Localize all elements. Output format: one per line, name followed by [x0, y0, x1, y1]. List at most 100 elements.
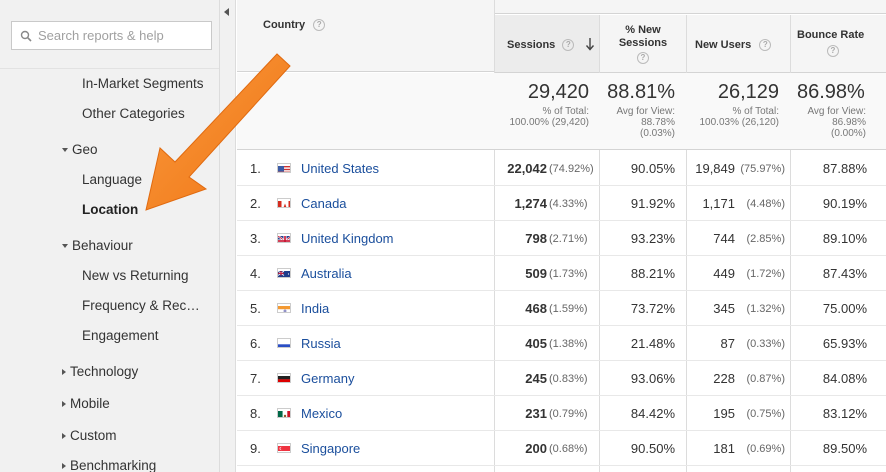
sessions-header[interactable]: Sessions ?: [495, 15, 599, 73]
ru-flag-icon: [277, 338, 291, 348]
country-link[interactable]: Mexico: [301, 406, 342, 421]
sg-flag-icon: [277, 443, 291, 453]
collapse-arrow-icon[interactable]: [224, 8, 229, 16]
row-index: 4.: [250, 266, 261, 281]
total-sessions-note-2: 100.00% (29,420): [509, 117, 589, 128]
sidebar-item-geo[interactable]: Geo: [62, 142, 98, 157]
new-users-percent: (0.87%): [746, 373, 785, 385]
row-index: 3.: [250, 231, 261, 246]
new-sessions-header[interactable]: % New Sessions ?: [600, 15, 686, 73]
sidebar-item-other-categories[interactable]: Other Categories: [82, 106, 185, 121]
sidebar-item-benchmarking[interactable]: Benchmarking: [62, 458, 156, 472]
new-users-value: 87: [720, 336, 735, 351]
country-link[interactable]: India: [301, 301, 329, 316]
sidebar-item-engagement[interactable]: Engagement: [82, 328, 159, 343]
sidebar-item-language[interactable]: Language: [82, 172, 142, 187]
country-header[interactable]: Country ?: [237, 0, 494, 72]
bounce-rate-value: 65.93%: [822, 336, 867, 351]
total-new-sessions-note-3: (0.03%): [639, 128, 675, 139]
new-users-percent: (75.97%): [740, 163, 785, 175]
bounce-rate-header[interactable]: Bounce Rate ?: [791, 15, 886, 73]
header-group-bar: [495, 0, 886, 14]
row-index: 8.: [250, 406, 261, 421]
au-flag-icon: [277, 268, 291, 278]
de-flag-icon: [277, 373, 291, 383]
country-link[interactable]: United States: [301, 161, 379, 176]
new-users-value: 449: [713, 266, 735, 281]
new-sessions-value: 93.23%: [630, 231, 675, 246]
search-icon: [20, 30, 32, 42]
new-users-percent: (0.33%): [746, 338, 785, 350]
report-table: Country ? Sessions ? % New Sessions ? Ne…: [237, 0, 886, 472]
new-users-percent: (1.32%): [746, 303, 785, 315]
sidebar-item-label: Location: [82, 202, 139, 217]
search-input[interactable]: [38, 28, 208, 43]
total-bounce-rate-note-1: Avg for View:: [807, 106, 866, 117]
sidebar-divider: [0, 68, 219, 69]
help-icon[interactable]: ?: [313, 19, 326, 32]
country-link[interactable]: Germany: [301, 371, 354, 386]
sidebar-item-label: Technology: [70, 364, 139, 379]
gb-flag-icon: [277, 233, 291, 243]
country-link[interactable]: Russia: [301, 336, 341, 351]
sessions-percent: (1.73%): [549, 268, 588, 280]
sidebar-item-location[interactable]: Location: [82, 202, 138, 217]
bounce-rate-value: 90.19%: [822, 196, 867, 211]
new-sessions-value: 90.05%: [630, 161, 675, 176]
sidebar-item-in-market-segments[interactable]: In-Market Segments: [82, 76, 204, 91]
new-users-percent: (0.69%): [746, 443, 785, 455]
search-box[interactable]: [11, 21, 212, 50]
mx-flag-icon: [277, 408, 291, 418]
caret-right-icon: [62, 368, 66, 375]
table-row: 9. Singapore 200 (0.68%) 90.50% 181 (0.69%) 89.…: [237, 431, 886, 466]
new-sessions-header-line2: Sessions: [618, 37, 668, 49]
sidebar: In-Market Segments Other Categories Geo Lan…: [0, 0, 220, 472]
new-users-percent: (4.48%): [746, 198, 785, 210]
country-link[interactable]: United Kingdom: [301, 231, 394, 246]
ca-flag-icon: [277, 198, 291, 208]
total-new-sessions-note-1: Avg for View:: [616, 106, 675, 117]
new-users-header[interactable]: New Users ?: [687, 15, 790, 73]
sessions-header-label: Sessions: [507, 39, 556, 51]
country-link[interactable]: Canada: [301, 196, 347, 211]
sidebar-item-behaviour[interactable]: Behaviour: [62, 238, 133, 253]
in-flag-icon: [277, 303, 291, 313]
new-sessions-header-line1: % New: [625, 24, 661, 36]
sessions-percent: (4.33%): [549, 198, 588, 210]
help-icon[interactable]: ?: [827, 45, 839, 57]
sidebar-item-label: Frequency & Rec…: [82, 298, 200, 313]
sidebar-item-frequency-rec[interactable]: Frequency & Rec…: [82, 298, 200, 313]
sidebar-item-technology[interactable]: Technology: [62, 364, 138, 379]
new-users-value: 195: [713, 406, 735, 421]
sidebar-item-label: Mobile: [70, 396, 110, 411]
row-index: 2.: [250, 196, 261, 211]
help-icon[interactable]: ?: [562, 39, 575, 52]
caret-down-icon: [62, 243, 68, 248]
table-row: 4. Australia 509 (1.73%) 88.21% 449 (1.72%) 87.…: [237, 256, 886, 291]
row-index: 7.: [250, 371, 261, 386]
country-link[interactable]: Singapore: [301, 441, 360, 456]
sort-desc-arrow-icon[interactable]: [585, 37, 595, 51]
caret-right-icon: [62, 462, 66, 469]
total-new-users: 26,129: [717, 81, 779, 103]
sidebar-item-custom[interactable]: Custom: [62, 428, 117, 443]
sessions-percent: (74.92%): [549, 163, 594, 175]
country-link[interactable]: Australia: [301, 266, 352, 281]
sidebar-item-mobile[interactable]: Mobile: [62, 396, 110, 411]
sessions-percent: (1.59%): [549, 303, 588, 315]
sidebar-item-label: Benchmarking: [70, 458, 157, 472]
caret-down-icon: [62, 147, 68, 152]
sidebar-collapse-bar[interactable]: [220, 0, 236, 472]
sidebar-item-new-vs-returning[interactable]: New vs Returning: [82, 268, 189, 283]
us-flag-icon: [277, 163, 291, 173]
help-icon[interactable]: ?: [759, 39, 772, 52]
new-sessions-value: 73.72%: [630, 301, 675, 316]
new-users-value: 228: [713, 371, 735, 386]
sidebar-item-label: Behaviour: [72, 238, 133, 253]
sessions-value: 509: [525, 266, 547, 281]
help-icon[interactable]: ?: [637, 52, 649, 64]
row-index: 6.: [250, 336, 261, 351]
sessions-percent: (0.83%): [549, 373, 588, 385]
bounce-rate-header-label: Bounce Rate: [797, 29, 865, 41]
sidebar-item-label: Engagement: [82, 328, 159, 343]
